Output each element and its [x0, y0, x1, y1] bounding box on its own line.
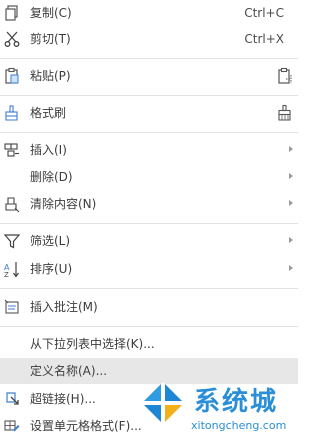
- copy-icon: [3, 4, 21, 22]
- menu-item-insert-comment[interactable]: 插入批注(M): [0, 294, 298, 320]
- menu-item-filter[interactable]: 筛选(L): [0, 228, 298, 254]
- menu-item-label: 插入批注(M): [30, 300, 98, 314]
- submenu-arrow-icon: [289, 265, 293, 271]
- format-brush-options-icon[interactable]: [276, 104, 294, 122]
- separator: [0, 132, 298, 133]
- menu-item-label: 设置单元格格式(F)...: [30, 419, 142, 433]
- menu-item-label: 格式刷: [30, 106, 67, 120]
- sort-icon: AZ: [3, 260, 21, 278]
- menu-item-delete[interactable]: 删除(D): [0, 164, 298, 190]
- format-brush-icon: [3, 104, 21, 122]
- separator: [0, 326, 298, 327]
- menu-item-pick-from-list[interactable]: 从下拉列表中选择(K)...: [0, 331, 298, 357]
- menu-item-sort[interactable]: AZ 排序(U): [0, 256, 298, 282]
- menu-item-label: 清除内容(N): [30, 197, 97, 211]
- separator: [0, 223, 298, 224]
- menu-item-copy[interactable]: 复制(C) Ctrl+C: [0, 0, 298, 26]
- menu-item-label: 剪切(T): [30, 32, 71, 46]
- submenu-arrow-icon: [289, 173, 293, 179]
- menu-item-format-painter[interactable]: 格式刷: [0, 100, 298, 126]
- separator: [0, 58, 298, 59]
- paste-options-icon[interactable]: [276, 67, 294, 85]
- watermark-logo-icon: [140, 380, 186, 426]
- menu-item-label: 插入(I): [30, 143, 67, 157]
- eraser-icon: [3, 195, 21, 213]
- submenu-arrow-icon: [289, 146, 293, 152]
- menu-item-label: 定义名称(A)...: [30, 364, 108, 378]
- separator: [0, 288, 298, 289]
- link-icon: [3, 390, 21, 408]
- comment-icon: [3, 298, 21, 316]
- menu-item-cut[interactable]: 剪切(T) Ctrl+X: [0, 26, 298, 52]
- menu-item-label: 粘贴(P): [30, 69, 71, 83]
- menu-item-paste[interactable]: 粘贴(P): [0, 63, 298, 89]
- svg-text:Z: Z: [4, 271, 9, 278]
- watermark-title: 系统城: [194, 387, 279, 417]
- funnel-icon: [3, 232, 21, 250]
- separator: [0, 95, 298, 96]
- menu-item-label: 从下拉列表中选择(K)...: [30, 337, 155, 351]
- submenu-arrow-icon: [289, 200, 293, 206]
- menu-item-label: 排序(U): [30, 262, 73, 276]
- shortcut-label: Ctrl+C: [244, 6, 284, 20]
- context-menu: 复制(C) Ctrl+C 剪切(T) Ctrl+X 粘贴(P) 格式刷 插入(I…: [0, 0, 298, 440]
- menu-item-label: 筛选(L): [30, 234, 71, 248]
- format-cells-icon: [3, 417, 21, 435]
- shortcut-label: Ctrl+X: [244, 32, 284, 46]
- clipboard-icon: [3, 67, 21, 85]
- menu-item-label: 复制(C): [30, 6, 72, 20]
- watermark-subtitle: xitongcheng.com: [191, 419, 287, 432]
- submenu-arrow-icon: [289, 237, 293, 243]
- menu-item-label: 删除(D): [30, 170, 73, 184]
- menu-item-label: 超链接(H)...: [30, 392, 96, 406]
- menu-item-insert[interactable]: 插入(I): [0, 137, 298, 163]
- scissors-icon: [3, 30, 21, 48]
- insert-cells-icon: [3, 141, 21, 159]
- menu-item-clear-contents[interactable]: 清除内容(N): [0, 191, 298, 217]
